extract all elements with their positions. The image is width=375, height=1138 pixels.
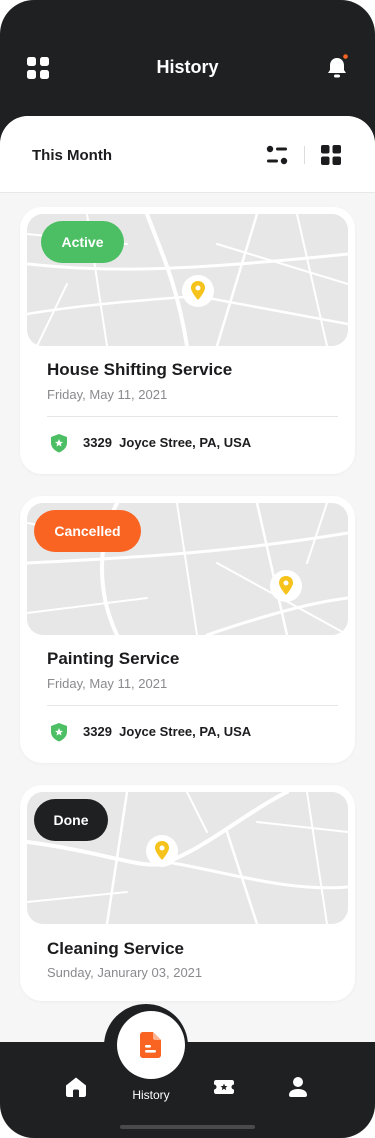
address-number: 3329 [83,435,112,450]
app-screen: History This Month Active House Shifting… [0,0,375,1138]
divider [304,146,305,164]
service-title: Painting Service [47,649,180,668]
status-badge: Active [41,221,124,263]
service-date: Friday, May 11, 2021 [47,387,168,402]
location-pin-icon [146,835,178,867]
location-pin-icon [182,275,214,307]
home-indicator [120,1125,255,1129]
service-title: House Shifting Service [47,360,233,379]
nav-label-history: History [132,1088,170,1102]
history-card[interactable]: Done Cleaning Service Sunday, Janurary 0… [20,785,355,1001]
divider [47,705,338,706]
content-sheet: This Month Active House Shifting Service… [0,116,375,1138]
filter-bar: This Month [0,116,375,193]
page-title: History [156,57,219,77]
filter-icon[interactable] [266,145,288,165]
history-card[interactable]: Cancelled Painting Service Friday, May 1… [20,496,355,763]
service-date: Sunday, Janurary 03, 2021 [47,965,203,980]
period-label[interactable]: This Month [32,147,112,164]
home-icon[interactable] [65,1076,87,1098]
status-badge: Done [34,799,108,841]
service-date: Friday, May 11, 2021 [47,676,168,691]
history-doc-icon [140,1032,161,1058]
header: History [0,0,375,130]
bottom-nav [0,1042,375,1138]
ticket-icon[interactable] [213,1076,235,1098]
address-street: Joyce Stree, PA, USA [119,435,252,450]
bell-icon[interactable] [325,54,349,80]
user-icon[interactable] [287,1076,309,1098]
address-street: Joyce Stree, PA, USA [119,724,252,739]
address-text: 3329 Joyce Stree, PA, USA [83,435,251,450]
status-badge: Cancelled [34,510,141,552]
divider [47,416,338,417]
history-tab-button[interactable] [117,1011,185,1079]
location-pin-icon [270,570,302,602]
shield-star-icon [51,434,67,453]
history-card[interactable]: Active House Shifting Service Friday, Ma… [20,207,355,474]
shield-star-icon [51,723,67,742]
service-title: Cleaning Service [47,939,185,958]
address-number: 3329 [83,724,112,739]
grid-view-icon[interactable] [321,145,341,165]
address-text: 3329 Joyce Stree, PA, USA [83,724,251,739]
